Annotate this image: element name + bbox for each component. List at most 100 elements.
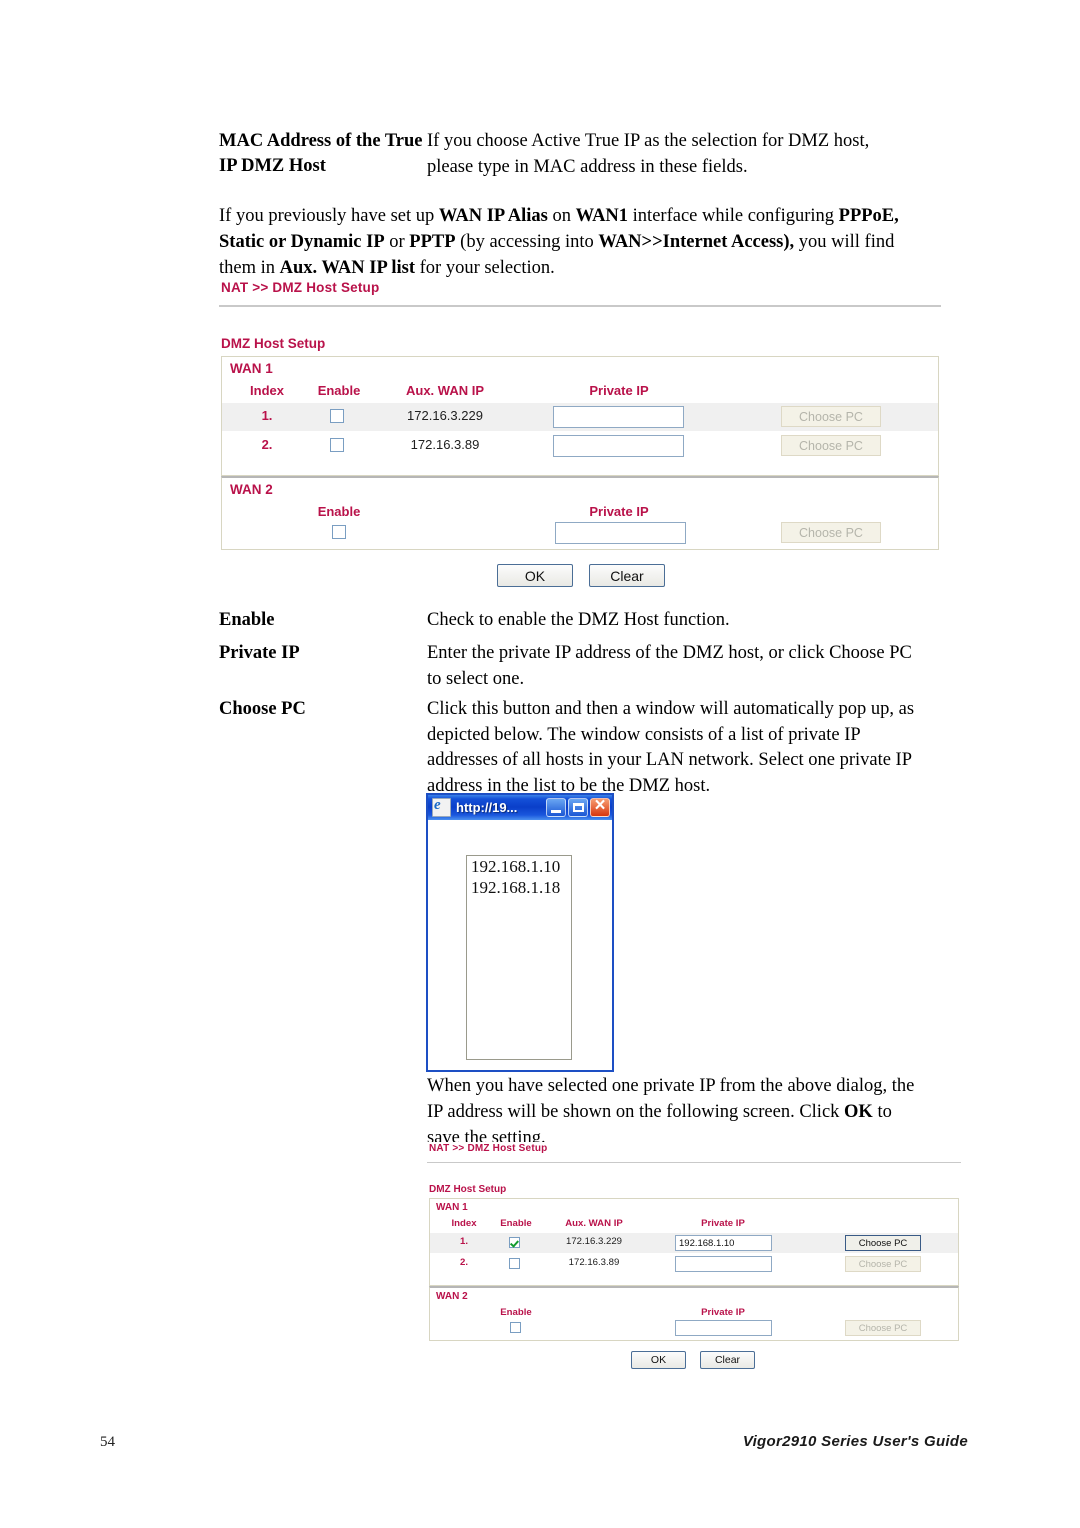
row-2-private-ip-input[interactable] [675,1256,772,1272]
column-header-index: Index [250,383,284,398]
wan2-label: WAN 2 [230,482,273,497]
row-1-choose-pc-button[interactable]: Choose PC [845,1235,921,1251]
minimize-icon[interactable] [546,798,566,817]
popup-title-bar: http://19... [428,795,612,820]
clear-button-top[interactable]: Clear [589,564,665,587]
definition-term-choose-pc: Choose PC [219,699,306,719]
wan2-panel: WAN 2 Enable Private IP Choose PC [429,1286,959,1341]
row-1-aux-wan-ip: 172.16.3.229 [565,1236,623,1247]
intro-line-1: If you previously have set up WAN IP Ali… [219,203,979,229]
wan2-private-ip-input[interactable] [555,522,686,544]
document-page: MAC Address of the True IP DMZ Host If y… [0,0,1080,1528]
post-popup-line-1: When you have selected one private IP fr… [427,1076,915,1096]
intro-text: you will find [794,232,895,252]
column-header-index: Index [451,1218,477,1229]
row-2-private-ip-input[interactable] [553,435,684,457]
ok-button-bottom[interactable]: OK [631,1351,686,1369]
row-2-aux-wan-ip: 172.16.3.89 [568,1257,620,1268]
section-title: DMZ Host Setup [221,336,326,351]
close-icon[interactable] [590,795,610,817]
page-number: 54 [100,1434,115,1450]
definition-desc-line-2: please type in MAC address in these fiel… [427,156,748,177]
list-item[interactable]: 192.168.1.10 [467,856,571,877]
definition-desc-choose-pc: Click this button and then a window will… [427,697,914,799]
definition-desc-line: Click this button and then a window will… [427,699,915,719]
definition-desc-line: addresses of all hosts in your LAN netwo… [427,750,913,770]
intro-text: or [384,232,410,252]
row-2-choose-pc-button[interactable]: Choose PC [845,1256,921,1272]
intro-text: them in [219,258,280,278]
section-title: DMZ Host Setup [429,1184,507,1195]
definition-term-line-1: MAC Address of the True [219,131,423,151]
choose-pc-popup-window: http://19... 192.168.1.10 192.168.1.18 [426,793,614,1072]
intro-text: If you previously have set up [219,206,439,226]
row-1-enable-checkbox[interactable] [509,1237,520,1248]
clear-button-bottom[interactable]: Clear [700,1351,755,1369]
intro-bold-wan1: WAN1 [575,206,629,226]
post-popup-bold-ok: OK [844,1102,873,1122]
ie-page-icon [432,797,451,817]
row-1-index: 1. [459,1236,468,1247]
post-popup-line-2: IP address will be shown on the followin… [427,1099,987,1125]
breadcrumb-divider [427,1162,961,1163]
row-2-choose-pc-button[interactable]: Choose PC [781,435,881,456]
wan2-panel: WAN 2 Enable Private IP Choose PC [221,476,939,550]
intro-paragraph: If you previously have set up WAN IP Ali… [219,203,979,281]
intro-bold-pptp: PPTP [409,232,456,252]
definition-desc-private-ip: Enter the private IP address of the DMZ … [427,641,912,692]
row-2-index: 2. [459,1257,468,1268]
row-1-enable-checkbox[interactable] [330,409,344,423]
intro-bold-wan-internet-access: WAN>>Internet Access), [598,232,795,252]
ok-button-top[interactable]: OK [497,564,573,587]
intro-bold-wan-ip-alias: WAN IP Alias [438,206,548,226]
column-header-enable: Enable [317,383,361,398]
row-1-choose-pc-button[interactable]: Choose PC [781,406,881,427]
definition-desc-line: Enter the private IP address of the DMZ … [427,643,912,663]
router-screenshot-dmz-host-setup-empty: NAT >> DMZ Host Setup DMZ Host Setup WAN… [219,278,941,556]
definition-row-choose-pc: Choose PC Click this button and then a w… [219,697,914,799]
post-popup-paragraph: When you have selected one private IP fr… [427,1073,987,1151]
private-ip-listbox[interactable]: 192.168.1.10 192.168.1.18 [466,855,572,1060]
row-1-private-ip-input[interactable] [553,406,684,428]
definition-term: MAC Address of the True IP DMZ Host [219,129,427,179]
list-item[interactable]: 192.168.1.18 [467,877,571,898]
column-header-enable: Enable [500,1218,532,1229]
definition-row-enable: Enable Check to enable the DMZ Host func… [219,608,730,634]
intro-text: (by accessing into [455,232,599,252]
wan2-enable-checkbox[interactable] [332,525,346,539]
intro-text: on [547,206,576,226]
breadcrumb: NAT >> DMZ Host Setup [429,1143,548,1154]
row-1-aux-wan-ip: 172.16.3.229 [407,408,483,423]
wan1-label: WAN 1 [436,1202,468,1213]
wan2-choose-pc-button[interactable]: Choose PC [845,1320,921,1336]
row-2-enable-checkbox[interactable] [330,438,344,452]
row-1-private-ip-input[interactable]: 192.168.1.10 [675,1235,772,1251]
intro-text: interface while configuring [628,206,839,226]
definition-desc-line: to select one. [427,668,525,689]
wan2-label: WAN 2 [436,1291,468,1302]
wan2-enable-checkbox[interactable] [510,1322,521,1333]
intro-bold-aux-wan-ip-list: Aux. WAN IP list [279,258,415,278]
definition-term-enable: Enable [219,610,275,630]
intro-bold-pppoe: PPPoE, [838,206,899,226]
definition-row-private-ip: Private IP Enter the private IP address … [219,641,912,692]
post-popup-text: to [872,1102,892,1122]
row-2-index: 2. [261,437,273,452]
row-1-index: 1. [261,408,273,423]
row-2-aux-wan-ip: 172.16.3.89 [410,437,480,452]
row-2-enable-checkbox[interactable] [509,1258,520,1269]
wan2-choose-pc-button[interactable]: Choose PC [781,522,881,543]
definition-row-mac-address: MAC Address of the True IP DMZ Host If y… [219,129,869,180]
popup-client-area: 192.168.1.10 192.168.1.18 [428,820,612,1070]
intro-text: for your selection. [415,258,555,278]
breadcrumb: NAT >> DMZ Host Setup [221,280,380,295]
wan2-column-header-private-ip: Private IP [589,504,649,519]
column-header-aux-wan-ip: Aux. WAN IP [405,383,484,398]
definition-desc-line: depicted below. The window consists of a… [427,724,861,745]
maximize-icon[interactable] [568,798,588,817]
definition-desc-enable: Check to enable the DMZ Host function. [427,608,730,634]
wan2-private-ip-input[interactable] [675,1320,772,1336]
wan1-label: WAN 1 [230,361,273,376]
wan1-panel: WAN 1 Index Enable Aux. WAN IP Private I… [221,356,939,476]
wan1-panel: WAN 1 Index Enable Aux. WAN IP Private I… [429,1198,959,1286]
